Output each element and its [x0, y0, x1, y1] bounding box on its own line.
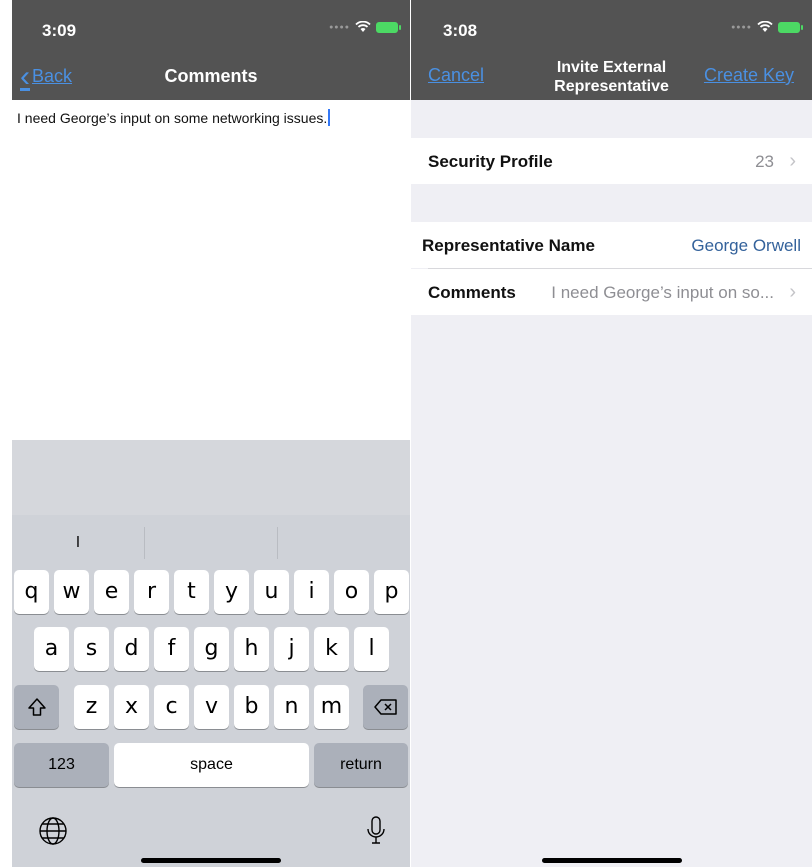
- comments-row[interactable]: Comments I need George’s input on so... …: [411, 269, 812, 315]
- key-g[interactable]: g: [194, 627, 229, 671]
- delete-icon: [373, 699, 397, 715]
- key-p[interactable]: p: [374, 570, 409, 614]
- representative-name-value[interactable]: George Orwell: [691, 236, 801, 256]
- suggestion-3[interactable]: [278, 527, 410, 559]
- key-m[interactable]: m: [314, 685, 349, 729]
- status-time: 3:08: [443, 21, 478, 40]
- suggestion-bar: I: [12, 527, 410, 559]
- comments-screen: 3:09 ●●●● ‹ Back Comments I need George’…: [12, 0, 410, 867]
- representative-name-label: Representative Name: [422, 236, 595, 255]
- key-v[interactable]: v: [194, 685, 229, 729]
- key-b[interactable]: b: [234, 685, 269, 729]
- microphone-icon[interactable]: [366, 815, 386, 847]
- create-key-button[interactable]: Create Key: [704, 65, 794, 86]
- nav-bar: Cancel Invite External Representative Cr…: [411, 55, 812, 100]
- key-k[interactable]: k: [314, 627, 349, 671]
- space-key[interactable]: space: [114, 743, 309, 787]
- status-bar: 3:09 ●●●●: [12, 0, 410, 55]
- key-r[interactable]: r: [134, 570, 169, 614]
- battery-charging-icon: [778, 21, 803, 33]
- return-key[interactable]: return: [314, 743, 408, 787]
- key-c[interactable]: c: [154, 685, 189, 729]
- key-j[interactable]: j: [274, 627, 309, 671]
- home-indicator: [541, 858, 682, 863]
- key-n[interactable]: n: [274, 685, 309, 729]
- signal-icon: ●●●●: [731, 23, 752, 31]
- comment-textarea[interactable]: I need George’s input on some networking…: [12, 100, 410, 440]
- key-x[interactable]: x: [114, 685, 149, 729]
- comments-label: Comments: [428, 283, 516, 302]
- page-title: Comments: [164, 66, 258, 86]
- key-q[interactable]: q: [14, 570, 49, 614]
- keyboard-accessory-area: [12, 440, 410, 515]
- wifi-icon: [757, 21, 773, 32]
- chevron-right-icon: ›: [789, 281, 796, 303]
- key-w[interactable]: w: [54, 570, 89, 614]
- keyboard: I q w e r t y u i o p a s d f g h j k l …: [12, 515, 410, 867]
- shift-key[interactable]: [14, 685, 59, 729]
- signal-icon: ●●●●: [329, 23, 350, 31]
- security-profile-row[interactable]: Security Profile 23 ›: [411, 138, 812, 184]
- battery-charging-icon: [376, 21, 401, 33]
- invite-representative-screen: 3:08 ●●●● Cancel Invite External Represe…: [411, 0, 812, 867]
- key-o[interactable]: o: [334, 570, 369, 614]
- text-cursor: [328, 109, 331, 126]
- key-z[interactable]: z: [74, 685, 109, 729]
- key-u[interactable]: u: [254, 570, 289, 614]
- key-h[interactable]: h: [234, 627, 269, 671]
- key-y[interactable]: y: [214, 570, 249, 614]
- comment-text: I need George’s input on some networking…: [17, 110, 328, 126]
- suggestion-1[interactable]: I: [12, 527, 145, 559]
- globe-icon[interactable]: [38, 816, 68, 846]
- key-a[interactable]: a: [34, 627, 69, 671]
- wifi-icon: [355, 21, 371, 32]
- key-t[interactable]: t: [174, 570, 209, 614]
- key-e[interactable]: e: [94, 570, 129, 614]
- delete-key[interactable]: [363, 685, 408, 729]
- numbers-key[interactable]: 123: [14, 743, 109, 787]
- home-indicator: [141, 858, 281, 863]
- status-bar: 3:08 ●●●●: [411, 0, 812, 55]
- status-icons: ●●●●: [731, 21, 803, 33]
- suggestion-2[interactable]: [145, 527, 278, 559]
- key-f[interactable]: f: [154, 627, 189, 671]
- comments-value: I need George’s input on so...: [551, 283, 774, 302]
- key-s[interactable]: s: [74, 627, 109, 671]
- representative-name-row[interactable]: Representative Name George Orwell: [411, 222, 812, 269]
- security-profile-label: Security Profile: [428, 152, 553, 171]
- status-icons: ●●●●: [329, 21, 401, 33]
- shift-icon: [27, 698, 46, 716]
- chevron-right-icon: ›: [789, 150, 796, 172]
- key-i[interactable]: i: [294, 570, 329, 614]
- key-d[interactable]: d: [114, 627, 149, 671]
- key-l[interactable]: l: [354, 627, 389, 671]
- nav-bar: ‹ Back Comments: [12, 55, 410, 100]
- security-profile-value: 23: [755, 152, 774, 171]
- status-time: 3:09: [42, 21, 77, 40]
